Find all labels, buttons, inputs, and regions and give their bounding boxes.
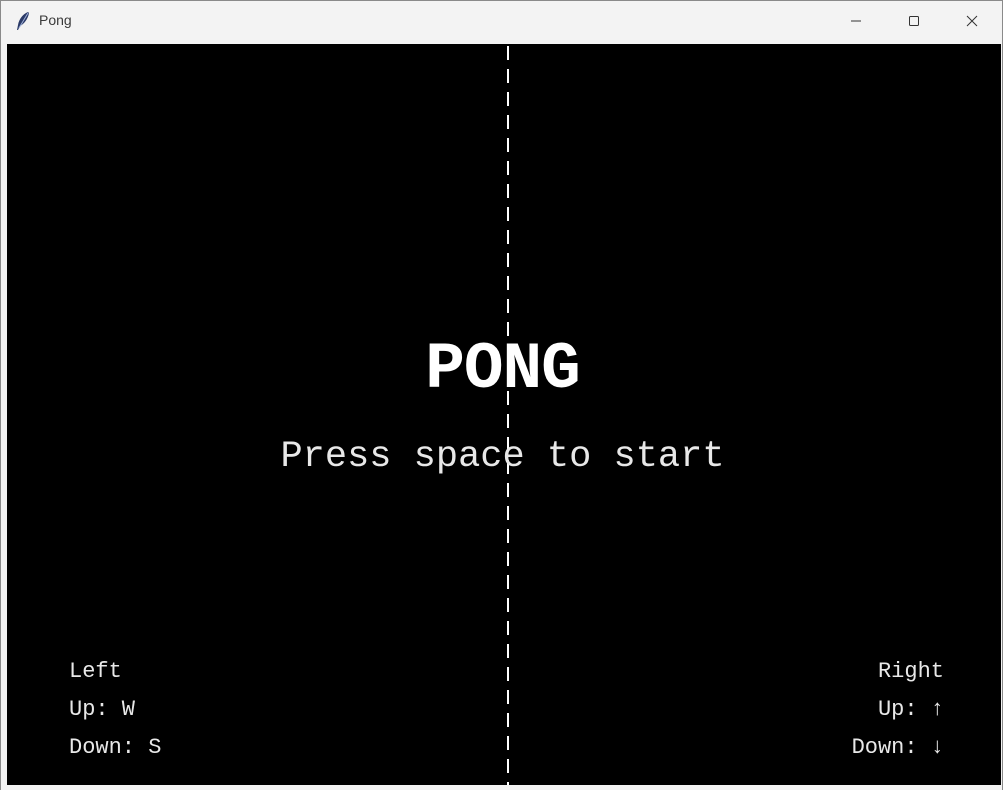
start-prompt: Press space to start [280, 436, 725, 478]
center-net [507, 46, 509, 785]
minimize-icon [850, 15, 862, 27]
left-controls-heading: Left [69, 659, 122, 684]
feather-icon [15, 11, 31, 31]
app-window: Pong PONG Press space to start Left Up: … [0, 0, 1003, 790]
maximize-icon [908, 15, 920, 27]
left-controls-up: Up: W [69, 697, 136, 722]
game-title: PONG [425, 332, 580, 407]
right-player-controls: Right Up: ↑ Down: ↓ [852, 653, 944, 767]
left-controls-down: Down: S [69, 735, 162, 760]
right-controls-heading: Right [877, 659, 944, 684]
right-controls-down: Down: ↓ [851, 735, 944, 760]
window-title: Pong [39, 12, 72, 28]
close-button[interactable] [949, 1, 995, 41]
close-icon [966, 15, 978, 27]
left-player-controls: Left Up: W Down: S [69, 653, 161, 767]
game-canvas[interactable]: PONG Press space to start Left Up: W Dow… [7, 44, 1001, 785]
maximize-button[interactable] [891, 1, 937, 41]
right-controls-up: Up: ↑ [877, 697, 944, 722]
title-bar[interactable]: Pong [1, 1, 1002, 41]
window-frame-bottom [1, 785, 1002, 790]
minimize-button[interactable] [833, 1, 879, 41]
